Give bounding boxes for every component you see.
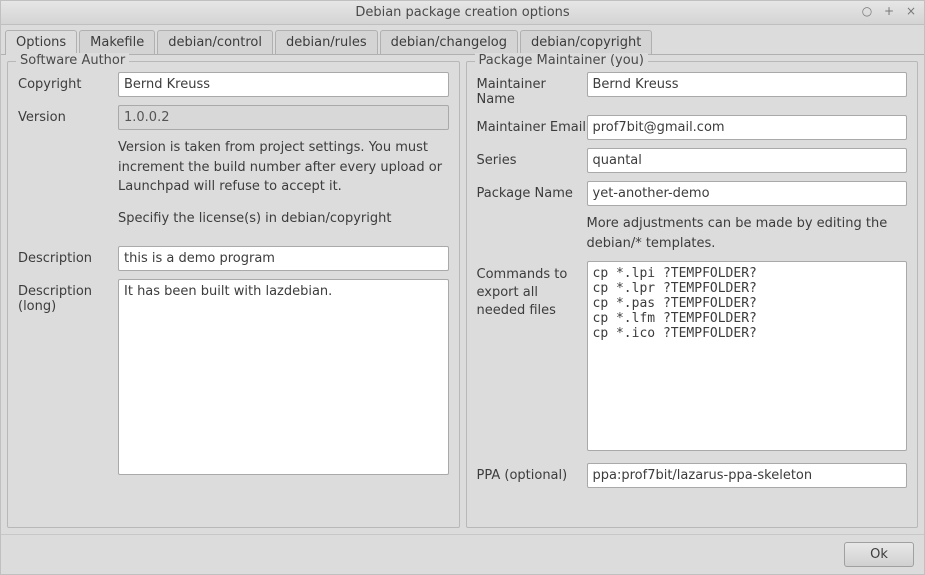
package-help-text: More adjustments can be made by editing … bbox=[587, 214, 908, 253]
description-long-label: Description (long) bbox=[18, 279, 118, 314]
maintainer-name-input[interactable] bbox=[587, 72, 908, 97]
copyright-input[interactable] bbox=[118, 72, 449, 97]
description-input[interactable] bbox=[118, 246, 449, 271]
titlebar: Debian package creation options ○ + × bbox=[1, 1, 924, 25]
version-input bbox=[118, 105, 449, 130]
maintainer-email-input[interactable] bbox=[587, 115, 908, 140]
description-long-input[interactable] bbox=[118, 279, 449, 475]
tab-makefile[interactable]: Makefile bbox=[79, 30, 155, 54]
license-help-text: Specifiy the license(s) in debian/copyri… bbox=[118, 209, 449, 229]
ppa-input[interactable] bbox=[587, 463, 908, 488]
copyright-label: Copyright bbox=[18, 72, 118, 92]
maximize-icon[interactable]: + bbox=[882, 4, 896, 18]
version-help-text: Version is taken from project settings. … bbox=[118, 138, 449, 197]
maintainer-name-label: Maintainer Name bbox=[477, 72, 587, 107]
ppa-label: PPA (optional) bbox=[477, 463, 587, 483]
software-author-group: Software Author Copyright Version Versio… bbox=[7, 61, 460, 528]
tab-debian-changelog[interactable]: debian/changelog bbox=[380, 30, 518, 54]
tabs: Options Makefile debian/control debian/r… bbox=[1, 25, 924, 55]
content-area: Software Author Copyright Version Versio… bbox=[1, 55, 924, 534]
software-author-title: Software Author bbox=[16, 53, 129, 68]
tab-debian-rules[interactable]: debian/rules bbox=[275, 30, 378, 54]
minimize-icon[interactable]: ○ bbox=[860, 4, 874, 18]
package-maintainer-group: Package Maintainer (you) Maintainer Name… bbox=[466, 61, 919, 528]
package-name-input[interactable] bbox=[587, 181, 908, 206]
tab-options[interactable]: Options bbox=[5, 30, 77, 55]
package-name-label: Package Name bbox=[477, 181, 587, 201]
tab-debian-control[interactable]: debian/control bbox=[157, 30, 273, 54]
commands-input[interactable] bbox=[587, 261, 908, 451]
version-label: Version bbox=[18, 105, 118, 125]
maintainer-email-label: Maintainer Email bbox=[477, 115, 587, 135]
button-bar: Ok bbox=[1, 534, 924, 574]
close-icon[interactable]: × bbox=[904, 4, 918, 18]
commands-label: Commands to export all needed files bbox=[477, 261, 587, 321]
series-label: Series bbox=[477, 148, 587, 168]
package-maintainer-title: Package Maintainer (you) bbox=[475, 53, 648, 68]
series-input[interactable] bbox=[587, 148, 908, 173]
window-title: Debian package creation options bbox=[355, 5, 569, 20]
dialog-window: Debian package creation options ○ + × Op… bbox=[0, 0, 925, 575]
window-controls: ○ + × bbox=[860, 4, 918, 18]
ok-button[interactable]: Ok bbox=[844, 542, 914, 567]
description-label: Description bbox=[18, 246, 118, 266]
tab-debian-copyright[interactable]: debian/copyright bbox=[520, 30, 652, 54]
